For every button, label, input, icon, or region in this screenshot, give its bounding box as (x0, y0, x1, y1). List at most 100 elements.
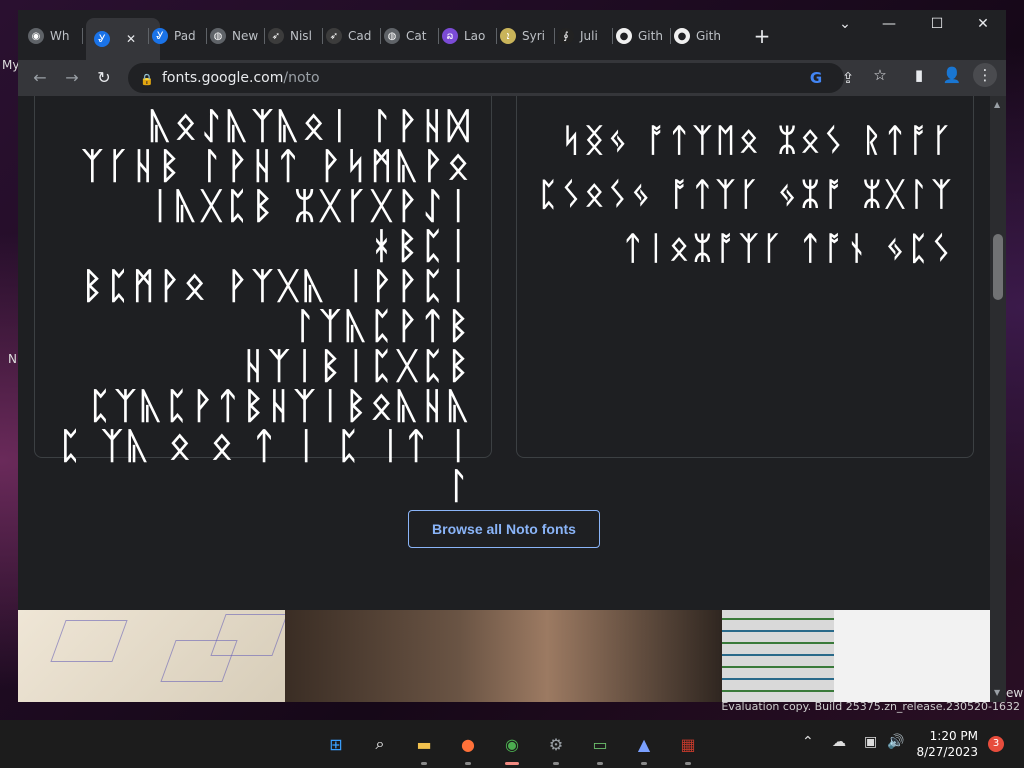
browser-tab[interactable]: ● Gith (616, 24, 666, 48)
globe-icon: ◍ (384, 28, 400, 44)
show-hidden-icons-icon[interactable]: ⌃ (802, 734, 814, 750)
browser-tab[interactable]: ∮ Juli (558, 24, 608, 48)
archive-app-icon[interactable]: ▦ (674, 730, 702, 758)
url-text[interactable]: fonts.google.com/noto (162, 70, 320, 86)
browser-tab[interactable]: ◍ New (210, 24, 260, 48)
google-fonts-icon: Ꮍ (94, 31, 110, 47)
scrollbar-thumb[interactable] (993, 234, 1003, 300)
system-clock[interactable]: 1:20 PM 8/27/2023 (916, 728, 978, 760)
sample-line: ᛈᛊᛟᛊᛃ ᚩᛏᛉᚴ ᛃᛯᚩ ᛯᚷᛚᛉ (538, 175, 955, 213)
browser-tab[interactable]: ◉ Wh (28, 24, 78, 48)
notification-badge[interactable]: 3 (988, 736, 1004, 752)
tab-separator (206, 28, 207, 44)
search-icon[interactable]: ⌕ (366, 730, 394, 758)
tab-title: Gith (696, 29, 721, 43)
lock-icon[interactable]: 🔒 (140, 73, 154, 86)
browser-tab[interactable]: ➶ Cad (326, 24, 376, 48)
onedrive-cloud-icon[interactable]: ☁ (832, 734, 846, 750)
sample-line: ᛚᛉᚣᛈᚹᛏᛒ (293, 306, 473, 347)
tab-title: Syri (522, 29, 545, 43)
sample-line: ᛈ ᛉᚣ ᛟ ᛟ ᛏ ᛁ ᛈ ᛁᛏ ᛁ ᛚ (59, 426, 490, 507)
tab-strip: + ⌄ — ☐ ✕ ◉ Wh Ꮍ ✕ Ꮍ Pad ◍ New ➶ Nisl ➶ Cad ◍ Cat ລ Lao… (18, 10, 1006, 60)
running-indicator (597, 762, 603, 765)
running-indicator (465, 762, 471, 765)
font-sample-card-left[interactable]: ᚣᛟᛇᚣᛉᚣᛟᛁ ᛚᚹᚺᛞ ᛉᚴᚺᛒ ᛚᚹᚺᛏ ᚹᛋᛗᚣᚹᛟ ᛁᚣᚷᛈᛒ ᛯᚷᚴᚷᚹ… (34, 96, 492, 507)
back-button[interactable]: ← (28, 66, 52, 90)
browser-tab[interactable]: Ꮍ Pad (152, 24, 202, 48)
chrome-icon[interactable]: ◉ (498, 730, 526, 758)
sample-line: ᛁᚣᚷᛈᛒ ᛯᚷᚴᚷᚹᛇᛁ ᚼᛒᛈᛁ (149, 186, 490, 267)
tab-separator (82, 28, 83, 44)
address-bar[interactable]: 🔒 fonts.google.com/noto G ⇪ (128, 63, 854, 93)
desktop-label: My (2, 58, 20, 72)
scroll-up-arrow[interactable]: ▲ (994, 100, 1000, 109)
start-icon[interactable]: ⊞ (322, 730, 350, 758)
close-window-button[interactable]: ✕ (968, 16, 998, 32)
page-viewport: ᚣᛟᛇᚣᛉᚣᛟᛁ ᛚᚹᚺᛞ ᛉᚴᚺᛒ ᛚᚹᚺᛏ ᚹᛋᛗᚣᚹᛟ ᛁᚣᚷᛈᛒ ᛯᚷᚴᚷᚹ… (18, 96, 990, 702)
desktop-label: N (8, 352, 17, 366)
tab-search-button[interactable]: ⌄ (830, 16, 860, 32)
tab-title: Cad (348, 29, 372, 43)
maximize-button[interactable]: ☐ (922, 16, 952, 32)
tab-title: Lao (464, 29, 486, 43)
forward-button[interactable]: → (60, 66, 84, 90)
astro-icon: ➶ (268, 28, 284, 44)
close-tab-icon[interactable]: ✕ (126, 32, 136, 46)
glyph-grid-image (722, 610, 834, 702)
github-icon: ● (616, 28, 632, 44)
github-icon: ● (674, 28, 690, 44)
menu-icon[interactable]: ⋮ (973, 63, 997, 87)
clock-date: 8/27/2023 (916, 745, 978, 759)
side-panel-icon[interactable]: ▮ (907, 63, 931, 87)
browse-all-noto-fonts-button[interactable]: Browse all Noto fonts (408, 510, 600, 548)
network-icon[interactable]: ▣ (864, 734, 877, 750)
chrome-icon: ◉ (28, 28, 44, 44)
running-indicator (553, 762, 559, 765)
tab-title: Gith (638, 29, 663, 43)
profile-icon[interactable]: 👤 (940, 63, 964, 87)
google-lens-icon[interactable]: G (804, 66, 828, 90)
tab-separator (322, 28, 323, 44)
tab-title: New (232, 29, 259, 43)
sample-line: ᛉᚴᚺᛒ ᛚᚹᚺᛏ ᚹᛋᛗᚣᚹᛟ (81, 146, 473, 187)
tab-separator (380, 28, 381, 44)
image-strip (18, 610, 990, 702)
vector-app-icon[interactable]: ▲ (630, 730, 658, 758)
tab-title: Wh (50, 29, 70, 43)
font-sample-card-right[interactable]: ᛋᛝᛃ ᚩᛏᛉᛖᛟ ᛯᛟᛊ ᚱᛏᚩᚴ ᛈᛊᛟᛊᛃ ᚩᛏᛉᚴ ᛃᛯᚩ ᛯᚷᛚᛉ ᛏᛁᛟ… (516, 96, 974, 458)
battery-app-icon[interactable]: ▭ (586, 730, 614, 758)
browser-tab[interactable]: ➶ Nisl (268, 24, 318, 48)
settings-icon[interactable]: ⚙ (542, 730, 570, 758)
file-explorer-icon[interactable]: ▬ (410, 730, 438, 758)
tab-separator (612, 28, 613, 44)
syriac-icon: ܐ (500, 28, 516, 44)
new-tab-button[interactable]: + (750, 24, 774, 48)
reload-button[interactable]: ↻ (92, 66, 116, 90)
astro-icon: ➶ (326, 28, 342, 44)
scroll-down-arrow[interactable]: ▼ (994, 688, 1000, 697)
tab-separator (496, 28, 497, 44)
julia-icon: ∮ (558, 28, 574, 44)
tab-title: Nisl (290, 29, 312, 43)
google-fonts-icon: Ꮍ (152, 28, 168, 44)
browser-window: + ⌄ — ☐ ✕ ◉ Wh Ꮍ ✕ Ꮍ Pad ◍ New ➶ Nisl ➶ Cad ◍ Cat ລ Lao… (18, 10, 1006, 702)
share-icon[interactable]: ⇪ (836, 66, 860, 90)
running-indicator (685, 762, 691, 765)
minimize-button[interactable]: — (874, 16, 904, 32)
tab-title: Cat (406, 29, 427, 43)
browser-tab[interactable]: ◍ Cat (384, 24, 434, 48)
volume-icon[interactable]: 🔊 (887, 734, 904, 750)
page-scrollbar[interactable]: ▲ ▼ (990, 96, 1006, 702)
sample-line: ᛏᛁᛟᛯᚩᛉᚴ ᛏᚩᚾ ᛃᛈᛊ (623, 229, 955, 267)
tab-separator (264, 28, 265, 44)
bookmark-star-icon[interactable]: ☆ (868, 63, 892, 87)
firefox-icon[interactable]: ● (454, 730, 482, 758)
sample-text-left: ᚣᛟᛇᚣᛉᚣᛟᛁ ᛚᚹᚺᛞ ᛉᚴᚺᛒ ᛚᚹᚺᛏ ᚹᛋᛗᚣᚹᛟ ᛁᚣᚷᛈᛒ ᛯᚷᚴᚷᚹ… (35, 107, 473, 507)
browser-tab[interactable]: ܐ Syri (500, 24, 550, 48)
browser-tab[interactable]: ລ Lao (442, 24, 492, 48)
sample-line: ᚺᛉᛁᛒᛁᛈᚷᛈᛒ (242, 346, 473, 387)
sample-line: ᛒᛈᛗᚹᛟ ᚹᛉᚷᚣ ᛁᚹᚹᛈᛁ (81, 266, 473, 307)
browser-tab[interactable]: ● Gith (674, 24, 724, 48)
sample-line: ᛋᛝᛃ ᚩᛏᛉᛖᛟ ᛯᛟᛊ ᚱᛏᚩᚴ (561, 121, 955, 159)
tab-title: Pad (174, 29, 196, 43)
